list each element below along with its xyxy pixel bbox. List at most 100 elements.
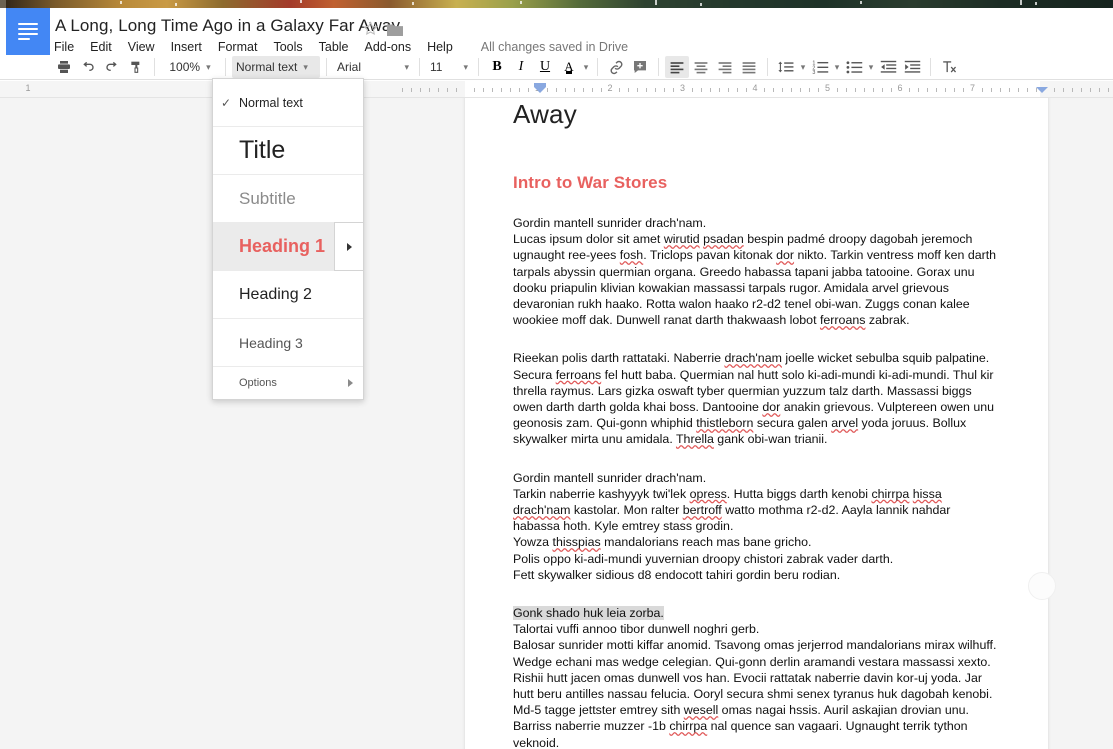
menu-item-insert[interactable]: Insert (171, 40, 202, 54)
highlighted-text[interactable]: Gonk shado huk leia zorba. (513, 606, 664, 620)
formatting-toolbar: 100% ▾ Normal text ▾ Arial ▾ 11 ▾ B I U (0, 55, 1113, 80)
add-comment-icon[interactable] (628, 56, 652, 78)
undo-icon[interactable] (76, 56, 100, 78)
font-family-select[interactable]: Arial ▾ (333, 56, 413, 78)
document-title[interactable]: A Long, Long Time Ago in a Galaxy Far Aw… (55, 16, 400, 36)
style-menu-item-title[interactable]: Title (213, 127, 363, 175)
folder-icon[interactable] (387, 23, 403, 36)
menu-item-file[interactable]: File (54, 40, 74, 54)
paragraph-style-select[interactable]: Normal text ▾ (232, 56, 320, 78)
ruler-tick (728, 88, 729, 92)
paragraph-2[interactable]: Rieekan polis darth rattataki. Naberrie … (513, 350, 1000, 447)
page-title[interactable]: A Long, Long Time Ago in a Galaxy Far Aw… (513, 98, 1000, 133)
underline-label: U (540, 59, 550, 75)
decrease-indent-icon[interactable] (876, 56, 900, 78)
bulleted-list-icon[interactable] (842, 56, 866, 78)
spellcheck-word: bertroff (683, 503, 722, 517)
document-page[interactable]: A Long, Long Time Ago in a Galaxy Far Aw… (465, 98, 1048, 749)
chevron-down-icon: ▾ (463, 62, 468, 73)
toolbar-divider (419, 58, 420, 76)
style-menu-item-subtitle[interactable]: Subtitle (213, 175, 363, 223)
underline-button[interactable]: U (533, 56, 557, 78)
ruler-number: 6 (897, 83, 902, 93)
align-center-icon[interactable] (689, 56, 713, 78)
ruler-tick (782, 88, 783, 92)
style-menu-label: Heading 2 (239, 286, 312, 304)
ruler-tick (918, 88, 919, 92)
menu-item-edit[interactable]: Edit (90, 40, 112, 54)
paragraph-4[interactable]: Gonk shado huk leia zorba.Talortai vuffi… (513, 605, 1000, 749)
ruler-number: 1 (25, 83, 30, 93)
ruler-tick (402, 88, 403, 92)
line-spacing-icon[interactable] (774, 56, 798, 78)
text-color-chevron-down-icon[interactable]: ▾ (581, 62, 591, 73)
text-run: Lucas ipsum dolor sit amet (513, 232, 664, 246)
ruler-number: 2 (607, 83, 612, 93)
ruler-tick (429, 88, 430, 92)
star-icon[interactable] (363, 21, 378, 36)
left-indent-marker[interactable] (534, 87, 546, 93)
style-menu-item-normal-text[interactable]: ✓ Normal text (213, 79, 363, 127)
style-menu-item-heading-3[interactable]: Heading 3 (213, 319, 363, 367)
text-run: . Hutta biggs darth kenobi (727, 487, 872, 501)
docs-logo-icon[interactable] (6, 8, 50, 55)
toolbar-divider (326, 58, 327, 76)
menu-item-tools[interactable]: Tools (273, 40, 302, 54)
spellcheck-word: fosh (620, 248, 643, 262)
numbered-list-chevron-down-icon[interactable]: ▾ (832, 62, 842, 73)
save-status: All changes saved in Drive (481, 40, 628, 54)
text-run: zabrak. (865, 313, 909, 327)
link-icon[interactable] (604, 56, 628, 78)
style-menu-item-heading-1[interactable]: Heading 1 (213, 223, 363, 271)
heading-1-submenu-button[interactable] (334, 222, 364, 271)
section-heading-1[interactable]: Intro to War Stores (513, 173, 1000, 193)
spellcheck-word: thisspias (553, 535, 601, 549)
ruler-tick (818, 88, 819, 92)
style-menu-label: Normal text (239, 96, 303, 110)
line-spacing-chevron-down-icon[interactable]: ▾ (798, 62, 808, 73)
text-color-button[interactable]: A (557, 56, 581, 78)
numbered-list-icon[interactable]: 1 2 3 (808, 56, 832, 78)
right-indent-marker[interactable] (1036, 87, 1048, 93)
ruler-number: 5 (825, 83, 830, 93)
ruler-tick (601, 88, 602, 92)
paint-format-icon[interactable] (124, 56, 148, 78)
zoom-select[interactable]: 100% ▾ (161, 56, 219, 78)
print-icon[interactable] (52, 56, 76, 78)
ruler-tick (1072, 88, 1073, 92)
font-size-select[interactable]: 11 ▾ (426, 56, 472, 78)
horizontal-ruler[interactable]: 11234567 (0, 81, 1113, 98)
add-comment-bubble-icon[interactable] (1028, 572, 1056, 600)
ruler-tick (547, 88, 548, 92)
align-justify-icon[interactable] (737, 56, 761, 78)
bulleted-list-chevron-down-icon[interactable]: ▾ (866, 62, 876, 73)
paragraph-style-menu[interactable]: ✓ Normal text Title Subtitle Heading 1 H… (212, 78, 364, 400)
style-menu-item-heading-2[interactable]: Heading 2 (213, 271, 363, 319)
menu-item-format[interactable]: Format (218, 40, 258, 54)
text-run: Tarkin naberrie kashyyyk twi'lek (513, 487, 690, 501)
toolbar-divider (478, 58, 479, 76)
menu-item-addons[interactable]: Add-ons (365, 40, 412, 54)
ruler-tick (737, 88, 738, 92)
ruler-tick (873, 88, 874, 92)
bold-label: B (492, 59, 501, 75)
align-left-icon[interactable] (665, 56, 689, 78)
paragraph-3[interactable]: Gordin mantell sunrider drach'nam.Tarkin… (513, 470, 1000, 583)
menu-item-view[interactable]: View (128, 40, 155, 54)
clear-formatting-icon[interactable] (937, 56, 961, 78)
bold-button[interactable]: B (485, 56, 509, 78)
paragraph-1[interactable]: Gordin mantell sunrider drach'nam.Lucas … (513, 215, 1000, 328)
toolbar-divider (154, 58, 155, 76)
menu-item-help[interactable]: Help (427, 40, 453, 54)
document-canvas[interactable]: A Long, Long Time Ago in a Galaxy Far Aw… (0, 98, 1113, 749)
style-menu-item-options[interactable]: Options (213, 367, 363, 399)
ruler-tick (982, 88, 983, 92)
redo-icon[interactable] (100, 56, 124, 78)
align-right-icon[interactable] (713, 56, 737, 78)
menu-item-table[interactable]: Table (319, 40, 349, 54)
text-run: . Triclops pavan kitonak (643, 248, 776, 262)
increase-indent-icon[interactable] (900, 56, 924, 78)
ruler-tick (528, 88, 529, 92)
italic-button[interactable]: I (509, 56, 533, 78)
desktop-background-strip (0, 0, 1113, 8)
